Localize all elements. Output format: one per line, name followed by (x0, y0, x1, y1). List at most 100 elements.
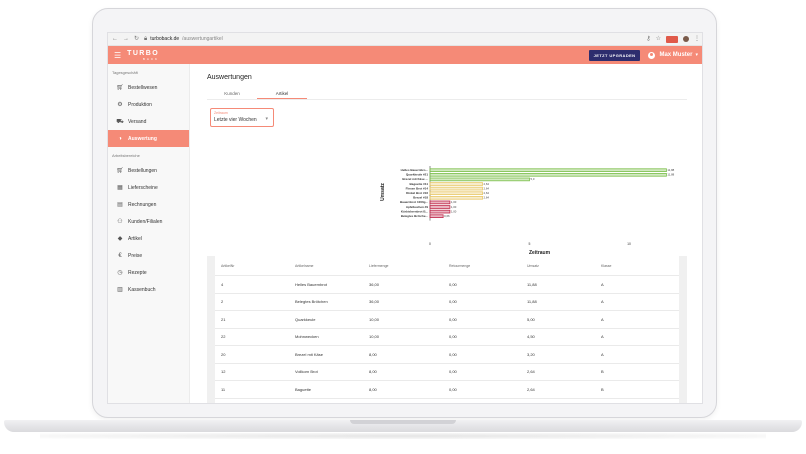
sidebar-item-bestellungen[interactable]: 🛒︎ Bestellungen (108, 162, 189, 179)
table-cell: A (601, 281, 604, 287)
table-row[interactable]: 21 Quarkkeule 10,00 0,00 5,00 A (215, 311, 679, 329)
x-tick-label: 10 (627, 242, 631, 246)
euro-icon: € (118, 252, 122, 259)
sidebar-item-kunden-filialen[interactable]: ⚇ Kunden/Filialen (108, 213, 189, 230)
table-cell: 8,00 (369, 369, 377, 375)
table-cell: 12 (221, 369, 226, 375)
table-cell: 2,64 (527, 369, 535, 375)
bar (429, 209, 451, 214)
column-header[interactable]: ArtikelNr (215, 264, 289, 268)
sidebar-item-artikel[interactable]: ◆ Artikel (108, 230, 189, 247)
table-cell: Quarkkeule (295, 316, 316, 322)
table-cell: 0,00 (449, 281, 457, 287)
user-name[interactable]: Max Muster (659, 52, 692, 58)
table-cell: A (601, 334, 604, 340)
table-header: ArtikelNr Artikelname Liefermenge Retourmen… (215, 256, 679, 276)
data-label: 0,66 (444, 214, 450, 218)
chevron-down-icon[interactable]: ▾ (695, 52, 698, 58)
person-icon: ⚇ (117, 219, 123, 225)
laptop-notch (350, 420, 456, 424)
sidebar-item-preise[interactable]: € Preise (108, 247, 189, 264)
bar (429, 205, 451, 209)
column-header[interactable]: Umsatz (521, 264, 595, 268)
bar (429, 186, 483, 191)
table-row[interactable]: 2 Belegtes Brötchen 36,00 0,00 11,88 A (215, 293, 679, 311)
y-tick-label: Baguette #11 (409, 182, 428, 186)
sidebar-item-label: Bestellungen (128, 167, 157, 174)
key-icon[interactable]: ⚷ (646, 36, 650, 42)
y-tick-label: Belegtes Brötche... (401, 214, 428, 218)
y-tick-label: Kürbiskernbrot B... (401, 209, 428, 213)
table-cell: 36,00 (369, 281, 380, 287)
table-row[interactable]: 11 Baguette 8,00 0,00 2,64 B (215, 381, 679, 399)
table-cell: 2,64 (527, 386, 535, 392)
forward-icon[interactable]: → (123, 36, 129, 42)
table-row[interactable]: 20 Brezel mit Käse 8,00 0,00 3,20 A (215, 346, 679, 364)
table-cell: 11 (221, 386, 226, 392)
column-header[interactable]: Liefermenge (363, 264, 443, 268)
sidebar-item-rechnungen[interactable]: ▤ Rechnungen (108, 196, 189, 213)
address-bar[interactable]: 🔒︎ turboback.de/auswertungartikel (144, 36, 641, 42)
sidebar-section-title: Tagesgeschäft (112, 70, 138, 75)
table-cell: 10,00 (369, 334, 380, 340)
sidebar-item-label: Preise (128, 252, 143, 259)
reload-icon[interactable]: ↻ (134, 36, 139, 42)
table-cell: 8,00 (369, 351, 377, 357)
sidebar-item-label: Lieferscheine (128, 184, 158, 191)
y-tick-label: Apfelkuchen #9 (406, 205, 429, 209)
app-header: ☰ TURBO BACK JETZT UPGRADEN Max Muster ▾ (108, 46, 702, 64)
cart-icon: 🛒︎ (116, 168, 124, 174)
lock-icon: 🔒︎ (144, 36, 148, 42)
url-host: turboback.de (150, 36, 180, 42)
bar (429, 173, 667, 177)
sidebar-item-rezepte[interactable]: ◷ Rezepte (108, 264, 189, 281)
table-cell: 2 (221, 299, 224, 305)
table-row[interactable]: 13Roggenvollkorn-Brot8,000,002,64B (215, 398, 679, 403)
truck-icon: ⛟ (116, 118, 124, 125)
table-row[interactable]: 4 Helles Bauernbrot 36,00 0,00 11,88 A (215, 276, 679, 294)
data-label: 2,64 (484, 191, 490, 195)
revenue-chart: Helles Bauernbro... 11,88 Quarkkeule #21 11… (380, 166, 675, 256)
table-cell: 0,00 (449, 351, 457, 357)
sidebar-item-lieferscheine[interactable]: ▦ Lieferscheine (108, 179, 189, 196)
column-header[interactable]: Retourmenge (443, 264, 521, 268)
table-cell: A (601, 351, 604, 357)
y-axis-label: Umsatz (380, 183, 386, 201)
sidebar-item-label: Kassenbuch (128, 286, 156, 293)
table-cell: B (601, 369, 604, 375)
sidebar-item-bestellwesen[interactable]: 🛒︎ Bestellwesen (108, 79, 189, 96)
star-icon[interactable]: ☆ (656, 36, 661, 42)
y-tick-label: Flesen Brot #14 (406, 186, 429, 190)
back-icon[interactable]: ← (112, 36, 118, 42)
user-icon[interactable] (648, 51, 656, 59)
sidebar-item-auswertung[interactable]: ◑ Auswertung (108, 130, 189, 147)
bar (429, 214, 444, 219)
laptop-shadow (40, 433, 766, 439)
bar (429, 168, 667, 173)
table-cell: Brezel mit Käse (295, 351, 324, 357)
profile-avatar[interactable] (683, 36, 689, 42)
sidebar: Tagesgeschäft 🛒︎ Bestellwesen ⚙ Produktion ⛟… (108, 64, 190, 403)
y-tick-label: Dinkel Brot #16 (406, 191, 428, 195)
url-path: /auswertungartikel (182, 36, 223, 42)
sidebar-item-produktion[interactable]: ⚙ Produktion (108, 96, 189, 113)
bar (429, 195, 483, 200)
stage: ← → ↻ 🔒︎ turboback.de/auswertungartikel … (0, 0, 806, 454)
upgrade-button[interactable]: JETZT UPGRADEN (588, 49, 641, 61)
data-label: 11,88 (667, 168, 674, 172)
extension-icon[interactable] (666, 35, 678, 43)
menu-icon[interactable]: ☰ (114, 51, 121, 60)
table-cell: 0,00 (449, 369, 457, 375)
logo-text: TURBO (127, 49, 160, 57)
column-header[interactable]: Klasse (595, 264, 665, 268)
sidebar-item-label: Bestellwesen (128, 84, 158, 91)
column-header[interactable]: Artikelname (289, 264, 363, 268)
logo[interactable]: TURBO BACK (127, 50, 159, 61)
more-icon[interactable]: ⋮ (694, 36, 700, 42)
x-tick-label: 0 (429, 242, 431, 246)
table-row[interactable]: 22 Mohnwecken 10,00 0,00 4,50 A (215, 328, 679, 346)
sidebar-item-kassenbuch[interactable]: ▥ Kassenbuch (108, 281, 189, 298)
sidebar-item-versand[interactable]: ⛟ Versand (108, 113, 189, 130)
table-cell: Vollkorn Brot (295, 369, 318, 375)
table-row[interactable]: 12 Vollkorn Brot 8,00 0,00 2,64 B (215, 363, 679, 381)
